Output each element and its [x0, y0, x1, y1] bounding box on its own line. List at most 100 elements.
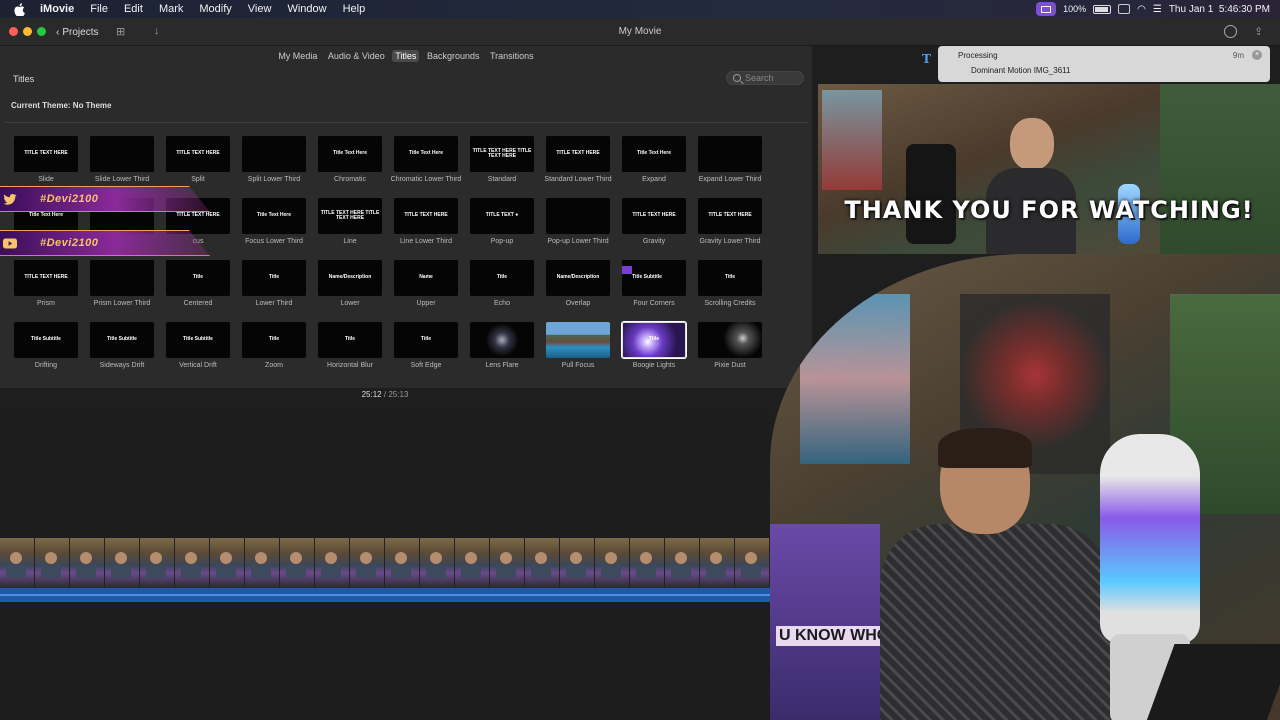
- minimize-window-button[interactable]: [23, 27, 32, 36]
- apple-icon[interactable]: [12, 2, 26, 16]
- control-center-icon[interactable]: ☰: [1153, 4, 1162, 15]
- title-tile[interactable]: Title Lower Third: [236, 260, 312, 322]
- title-tile[interactable]: TITLE TEXT HERE Gravity: [616, 198, 692, 260]
- title-thumbnail: Title: [166, 260, 230, 296]
- title-tile[interactable]: Title Scrolling Credits: [692, 260, 768, 322]
- section-title: Titles: [13, 74, 35, 84]
- title-label: Prism Lower Third: [93, 300, 151, 307]
- title-tile[interactable]: TITLE TEXT HERE TITLE TEXT HERE Line: [312, 198, 388, 260]
- title-tile[interactable]: Name/Description Lower: [312, 260, 388, 322]
- screen-recording-icon[interactable]: [1036, 2, 1057, 16]
- background-wall: [1160, 84, 1280, 254]
- cancel-processing-icon[interactable]: ×: [1252, 50, 1262, 60]
- title-tile[interactable]: Title Echo: [464, 260, 540, 322]
- title-tile[interactable]: TITLE TEXT HERE Standard Lower Third: [540, 136, 616, 198]
- audio-waveform[interactable]: [0, 588, 770, 602]
- title-tile[interactable]: TITLE TEXT HERE Line Lower Third: [388, 198, 464, 260]
- menu-mark[interactable]: Mark: [151, 3, 191, 15]
- title-label: Four Corners: [633, 300, 675, 307]
- title-tile[interactable]: Pop-up Lower Third: [540, 198, 616, 260]
- import-arrow-icon[interactable]: ↓: [154, 25, 160, 37]
- titles-tool-icon[interactable]: T: [922, 52, 931, 66]
- title-tile[interactable]: Lens Flare: [464, 322, 540, 384]
- title-tile[interactable]: Prism Lower Third: [84, 260, 160, 322]
- tab-titles[interactable]: Titles: [392, 50, 420, 62]
- processing-eta: 9m: [1232, 51, 1244, 60]
- tab-audio-video[interactable]: Audio & Video: [325, 50, 388, 62]
- title-tile[interactable]: Name/Description Overlap: [540, 260, 616, 322]
- share-icon[interactable]: ⇪: [1254, 25, 1263, 38]
- title-tile[interactable]: Title Centered: [160, 260, 236, 322]
- display-icon[interactable]: [1118, 4, 1131, 14]
- title-tile[interactable]: Pull Focus: [540, 322, 616, 384]
- title-tile[interactable]: Title Subtitle Sideways Drift: [84, 322, 160, 384]
- projects-button[interactable]: ‹ Projects: [56, 24, 98, 40]
- title-tile[interactable]: Title Text Here Chromatic: [312, 136, 388, 198]
- title-label: Gravity: [642, 238, 666, 245]
- title-tile[interactable]: TITLE TEXT HERE Gravity Lower Third: [692, 198, 768, 260]
- search-icon: [733, 74, 741, 82]
- title-label: Upper: [416, 300, 436, 307]
- chevron-left-icon: ‹: [56, 26, 60, 38]
- video-clip[interactable]: [0, 538, 770, 588]
- menu-help[interactable]: Help: [335, 3, 374, 15]
- title-tile[interactable]: TITLE TEXT ● Pop-up: [464, 198, 540, 260]
- search-input[interactable]: Search: [726, 71, 804, 85]
- close-window-button[interactable]: [9, 27, 18, 36]
- time-separator: /: [383, 390, 387, 399]
- clip-frame: [385, 538, 420, 588]
- title-tile[interactable]: Expand Lower Third: [692, 136, 768, 198]
- title-thumbnail: TITLE TEXT ●: [470, 198, 534, 234]
- title-tile[interactable]: Title Boogie Lights: [616, 322, 692, 384]
- clip-frame: [595, 538, 630, 588]
- title-thumbnail: TITLE TEXT HERE: [622, 198, 686, 234]
- clip-frame: [560, 538, 595, 588]
- tab-my-media[interactable]: My Media: [275, 50, 320, 62]
- title-thumbnail: Title: [698, 260, 762, 296]
- title-tile[interactable]: Title Text Here Chromatic Lower Third: [388, 136, 464, 198]
- title-tile[interactable]: Title Text Here Focus Lower Third: [236, 198, 312, 260]
- title-tile[interactable]: TITLE TEXT HERE Prism: [8, 260, 84, 322]
- title-label: Overlap: [565, 300, 591, 307]
- battery-icon[interactable]: [1093, 4, 1112, 14]
- preview-viewer[interactable]: THANK YOU FOR WATCHING!: [818, 84, 1280, 254]
- title-tile[interactable]: Title Horizontal Blur: [312, 322, 388, 384]
- title-tile[interactable]: Title Subtitle Drifting: [8, 322, 84, 384]
- title-tile[interactable]: Title Zoom: [236, 322, 312, 384]
- title-label: Expand: [642, 176, 666, 183]
- clock[interactable]: Thu Jan 1 5:46:30 PM: [1169, 4, 1270, 15]
- social-overlay: #Devi2100 #Devi2100: [0, 181, 210, 257]
- title-tile[interactable]: Split Lower Third: [236, 136, 312, 198]
- clip-frame: [70, 538, 105, 588]
- title-thumbnail: Title Subtitle: [622, 260, 686, 296]
- menu-imovie[interactable]: iMovie: [32, 3, 82, 15]
- clip-frame: [735, 538, 770, 588]
- title-thumbnail: TITLE TEXT HERE: [394, 198, 458, 234]
- title-tile[interactable]: Title Text Here Expand: [616, 136, 692, 198]
- title-thumbnail: Title: [622, 322, 686, 358]
- title-label: Zoom: [265, 362, 283, 369]
- current-theme-label: Current Theme: No Theme: [11, 101, 112, 110]
- menu-window[interactable]: Window: [279, 3, 334, 15]
- media-import-icon[interactable]: ⊞: [116, 25, 125, 38]
- title-tile[interactable]: Title Subtitle Vertical Drift: [160, 322, 236, 384]
- gaming-chair: [906, 144, 956, 244]
- menu-modify[interactable]: Modify: [191, 3, 239, 15]
- tab-transitions[interactable]: Transitions: [487, 50, 537, 62]
- title-thumbnail: Title: [470, 260, 534, 296]
- title-thumbnail: Title Text Here: [242, 198, 306, 234]
- wifi-icon[interactable]: ◠: [1137, 4, 1146, 15]
- title-thumbnail: [698, 322, 762, 358]
- title-tile[interactable]: Title Soft Edge: [388, 322, 464, 384]
- processing-indicator-icon[interactable]: [1224, 25, 1237, 38]
- title-tile[interactable]: Pixie Dust: [692, 322, 768, 384]
- title-tile[interactable]: TITLE TEXT HERE TITLE TEXT HERE Standard: [464, 136, 540, 198]
- zoom-window-button[interactable]: [37, 27, 46, 36]
- tab-backgrounds[interactable]: Backgrounds: [424, 50, 483, 62]
- menu-edit[interactable]: Edit: [116, 3, 151, 15]
- title-tile[interactable]: Title Subtitle Four Corners: [616, 260, 692, 322]
- title-tile[interactable]: Name Upper: [388, 260, 464, 322]
- menu-file[interactable]: File: [82, 3, 116, 15]
- presenter: [986, 118, 1076, 254]
- menu-view[interactable]: View: [240, 3, 280, 15]
